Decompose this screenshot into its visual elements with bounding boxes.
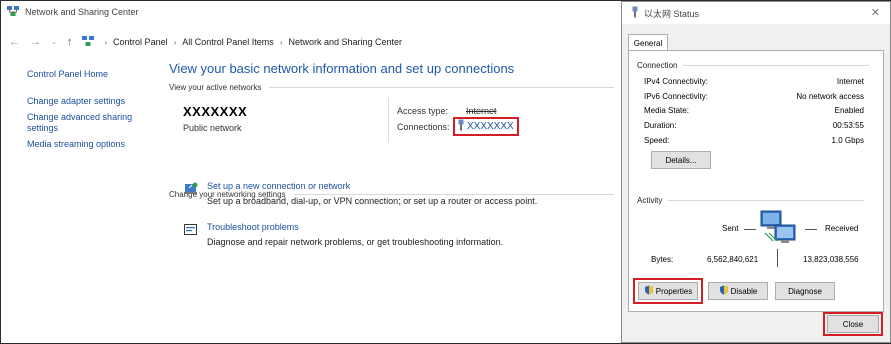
duration-row: Duration: 00:53:55 — [644, 121, 864, 130]
properties-button[interactable]: Properties — [638, 282, 698, 300]
general-tab-panel: Connection IPv4 Connectivity: Internet I… — [628, 50, 884, 312]
details-button[interactable]: Details... — [651, 151, 711, 169]
bytes-received: 13,823,038,556 — [803, 255, 859, 264]
dialog-title: 以太网 Status — [644, 8, 700, 19]
divider — [668, 200, 865, 201]
disable-label: Disable — [730, 286, 758, 296]
divider — [777, 249, 778, 267]
received-label: Received — [825, 224, 859, 233]
divider — [805, 229, 817, 230]
dialog-titlebar: 以太网 Status ✕ — [622, 2, 890, 24]
diagnose-button[interactable]: Diagnose — [775, 282, 835, 300]
network-computers-icon — [759, 209, 799, 249]
new-connection-icon — [183, 182, 199, 198]
disable-button[interactable]: Disable — [708, 282, 768, 300]
close-icon[interactable]: ✕ — [871, 6, 880, 19]
connections-label: Connections: — [397, 122, 450, 132]
sidebar-media-streaming[interactable]: Media streaming options — [27, 139, 157, 150]
breadcrumb-separator-icon: › — [104, 37, 108, 47]
connection-name[interactable]: XXXXXXX — [467, 121, 514, 132]
bytes-sent: 6,562,840,621 — [707, 255, 759, 264]
ethernet-status-dialog: 以太网 Status ✕ General Connection IPv4 Con… — [621, 1, 891, 343]
media-state-row: Media State: Enabled — [644, 106, 864, 115]
connection-link[interactable]: XXXXXXX — [453, 117, 519, 136]
breadcrumb-separator-icon: › — [279, 37, 283, 47]
ethernet-cable-icon — [458, 119, 464, 134]
connection-group-header: Connection — [637, 61, 870, 70]
divider — [683, 65, 870, 66]
shield-icon — [719, 285, 729, 297]
troubleshoot-icon — [183, 223, 199, 239]
sidebar-change-advanced-sharing[interactable]: Change advanced sharing settings — [27, 112, 137, 134]
troubleshoot-link[interactable]: Troubleshoot problems — [207, 222, 299, 232]
control-panel-icon — [82, 35, 95, 49]
main-content: View your basic network information and … — [169, 61, 614, 247]
bytes-label: Bytes: — [651, 255, 674, 264]
access-type-label: Access type: — [397, 106, 449, 116]
page-title: View your basic network information and … — [169, 61, 515, 76]
network-type: Public network — [183, 123, 242, 133]
sidebar-change-adapter-settings[interactable]: Change adapter settings — [27, 96, 157, 107]
sent-label: Sent — [722, 224, 739, 233]
divider — [269, 87, 614, 88]
back-arrow-icon[interactable]: ← — [9, 36, 20, 48]
breadcrumb-control-panel[interactable]: Control Panel — [113, 37, 168, 47]
divider — [744, 229, 756, 230]
active-network-row: XXXXXXX Public network Access type: Inte… — [169, 92, 614, 148]
tab-general[interactable]: General — [628, 34, 668, 51]
close-button[interactable]: Close — [827, 315, 879, 333]
shield-icon — [644, 285, 654, 297]
sidebar: Control Panel Home Change adapter settin… — [27, 69, 157, 150]
up-arrow-icon[interactable]: ↑ — [67, 36, 73, 48]
breadcrumb-separator-icon: › — [173, 37, 177, 47]
breadcrumb-all-items[interactable]: All Control Panel Items — [182, 37, 274, 47]
ipv4-row: IPv4 Connectivity: Internet — [644, 77, 864, 86]
network-center-icon — [7, 5, 19, 19]
window-titlebar: Network and Sharing Center — [1, 1, 621, 23]
setup-connection-link[interactable]: Set up a new connection or network — [207, 181, 350, 191]
properties-label: Properties — [655, 286, 693, 296]
divider — [388, 98, 389, 142]
forward-arrow-icon[interactable]: → — [30, 36, 41, 48]
network-name: XXXXXXX — [183, 104, 248, 119]
chevron-down-icon[interactable]: ⌄ — [51, 38, 57, 46]
window-title: Network and Sharing Center — [25, 7, 139, 17]
troubleshoot-description: Diagnose and repair network problems, or… — [207, 237, 504, 247]
speed-row: Speed: 1.0 Gbps — [644, 136, 864, 145]
setup-connection-description: Set up a broadband, dial-up, or VPN conn… — [207, 196, 538, 206]
ethernet-cable-icon — [632, 6, 638, 20]
divider — [293, 194, 614, 195]
access-type-value: Internet — [466, 106, 497, 116]
active-networks-header: View your active networks — [169, 83, 614, 92]
ipv6-row: IPv6 Connectivity: No network access — [644, 92, 864, 101]
breadcrumb-current[interactable]: Network and Sharing Center — [288, 37, 402, 47]
sidebar-control-panel-home[interactable]: Control Panel Home — [27, 69, 157, 80]
address-bar[interactable]: ← → ⌄ ↑ › Control Panel › All Control Pa… — [1, 31, 621, 53]
activity-group-header: Activity — [637, 196, 865, 205]
